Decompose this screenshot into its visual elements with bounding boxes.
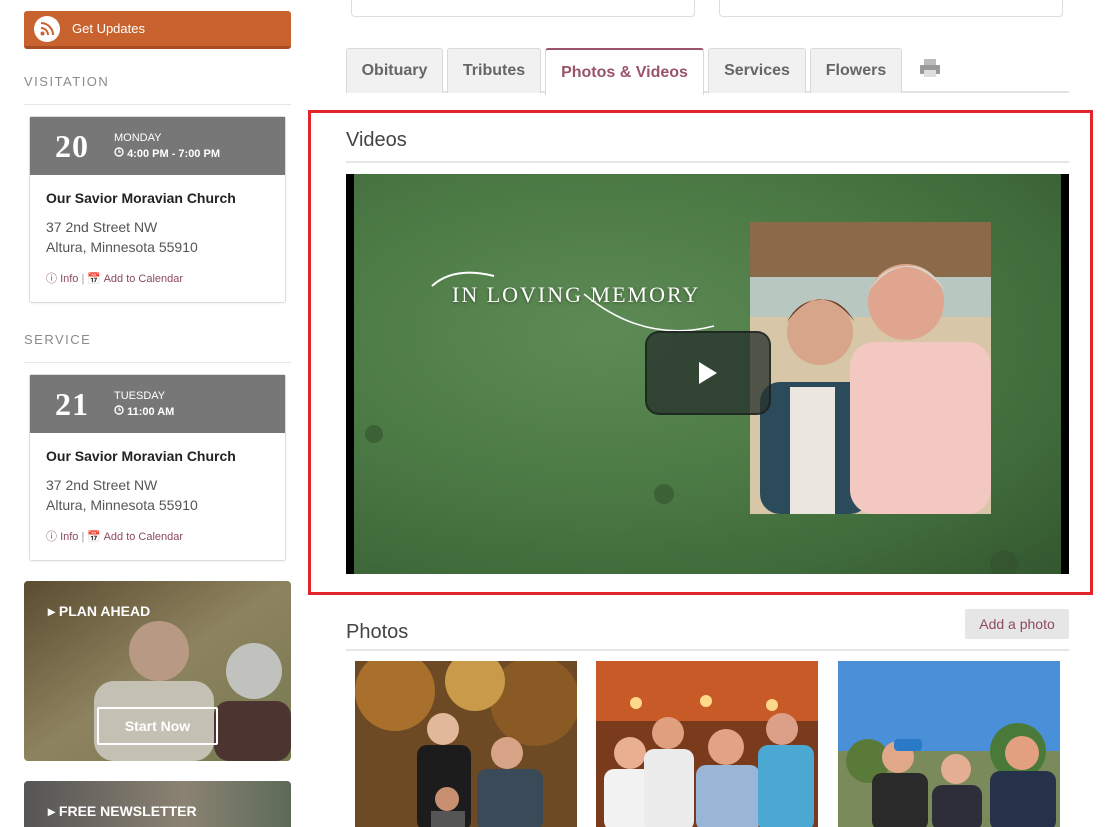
photo-thumbnail[interactable] — [838, 661, 1060, 827]
top-panel-left — [351, 0, 695, 17]
newsletter-title: ▸ FREE NEWSLETTER — [48, 803, 197, 820]
get-updates-label: Get Updates — [72, 21, 145, 36]
video-player[interactable]: IN LOVING MEMORY — [346, 174, 1069, 574]
info-icon: ⓘ — [46, 531, 57, 543]
clock-icon — [114, 405, 127, 418]
info-label: Info — [60, 273, 79, 285]
add-to-calendar-link[interactable]: 📅 Add to Calendar — [87, 531, 183, 543]
calendar-icon: 📅 — [87, 531, 102, 543]
video-overlay-title: IN LOVING MEMORY — [452, 282, 701, 307]
tab-flowers[interactable]: Flowers — [810, 48, 902, 93]
tab-services[interactable]: Services — [708, 48, 806, 93]
clock-icon — [114, 147, 127, 160]
plan-ahead-title-text: PLAN AHEAD — [58, 603, 151, 619]
add-to-calendar-link[interactable]: 📅 Add to Calendar — [87, 273, 183, 285]
add-photo-button[interactable]: Add a photo — [965, 609, 1069, 639]
link-separator: | — [81, 531, 85, 543]
event-location: Our Savior Moravian Church — [46, 190, 236, 206]
event-address-line1: 37 2nd Street NW — [46, 477, 158, 493]
service-card: 21 TUESDAY 11:00 AM Our Savior Moravian … — [29, 374, 286, 561]
play-icon — [699, 362, 717, 384]
calendar-label: Add to Calendar — [103, 531, 184, 543]
newsletter-promo[interactable]: ▸ FREE NEWSLETTER — [24, 781, 291, 827]
newsletter-title-text: FREE NEWSLETTER — [58, 803, 197, 819]
top-panel-right — [719, 0, 1063, 17]
event-weekday: TUESDAY — [114, 390, 166, 402]
videos-heading: Videos — [346, 129, 407, 151]
event-address-line2: Altura, Minnesota 55910 — [46, 239, 198, 255]
visitation-heading: VISITATION — [24, 74, 110, 89]
print-icon[interactable] — [919, 58, 941, 83]
event-weekday: MONDAY — [114, 132, 162, 144]
event-day: 20 — [55, 127, 89, 164]
visitation-card: 20 MONDAY 4:00 PM - 7:00 PM Our Savior M… — [29, 116, 286, 303]
info-link[interactable]: ⓘ Info — [46, 531, 81, 543]
photo-thumbnail[interactable] — [596, 661, 818, 827]
tab-obituary[interactable]: Obituary — [346, 48, 443, 93]
info-icon: ⓘ — [46, 273, 57, 285]
event-address-line2: Altura, Minnesota 55910 — [46, 497, 198, 513]
divider — [346, 649, 1069, 651]
divider — [24, 362, 291, 363]
calendar-label: Add to Calendar — [103, 273, 184, 285]
divider — [346, 161, 1069, 163]
event-location: Our Savior Moravian Church — [46, 448, 236, 464]
tab-photos-videos[interactable]: Photos & Videos — [545, 48, 704, 95]
photos-heading: Photos — [346, 621, 409, 643]
play-button[interactable] — [645, 331, 771, 415]
calendar-icon: 📅 — [87, 273, 102, 285]
rss-icon — [34, 15, 60, 42]
divider — [24, 104, 291, 105]
tab-tributes[interactable]: Tributes — [447, 48, 541, 93]
get-updates-button[interactable]: Get Updates — [24, 11, 291, 49]
start-now-button[interactable]: Start Now — [97, 707, 218, 745]
caret-right-icon: ▸ — [48, 803, 56, 819]
event-day: 21 — [55, 385, 89, 422]
service-heading: SERVICE — [24, 332, 92, 347]
caret-right-icon: ▸ — [48, 603, 56, 619]
info-link[interactable]: ⓘ Info — [46, 273, 81, 285]
photo-thumbnail[interactable] — [355, 661, 577, 827]
event-address-line1: 37 2nd Street NW — [46, 219, 158, 235]
event-time: 11:00 AM — [127, 406, 175, 418]
video-couple-photo — [750, 222, 991, 514]
plan-ahead-promo: ▸ PLAN AHEAD Start Now — [24, 581, 291, 761]
tab-bar: Obituary Tributes Photos & Videos Servic… — [346, 48, 1069, 95]
event-time: 4:00 PM - 7:00 PM — [127, 148, 220, 160]
plan-ahead-title: ▸ PLAN AHEAD — [48, 603, 150, 620]
link-separator: | — [81, 273, 85, 285]
info-label: Info — [60, 531, 79, 543]
